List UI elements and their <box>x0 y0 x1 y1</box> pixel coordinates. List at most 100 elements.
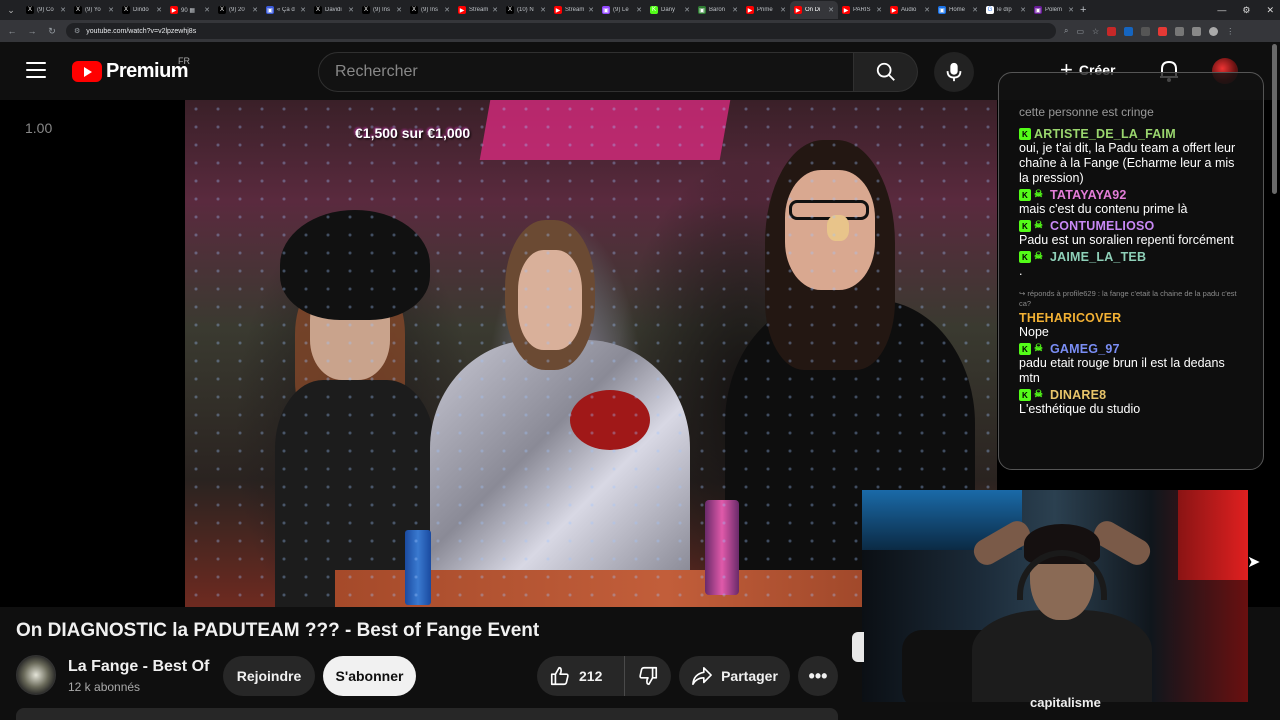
tab-favicon-icon: X <box>410 6 418 14</box>
webcam-overlay <box>862 490 1248 702</box>
description-box[interactable] <box>16 708 838 720</box>
browser-tab[interactable]: ▶ Stream ✕ <box>454 1 502 19</box>
url-field[interactable]: ⚙ youtube.com/watch?v=v2lpzewhj8s <box>66 23 1056 39</box>
browser-tab[interactable]: X (9) Yo ✕ <box>70 1 118 19</box>
extension-icon[interactable] <box>1158 26 1168 36</box>
search-button[interactable] <box>854 52 918 92</box>
browser-tab[interactable]: X Davidi ✕ <box>310 1 358 19</box>
extension-icon[interactable] <box>1141 26 1151 36</box>
extension-icon[interactable] <box>1192 26 1202 36</box>
window-controls: — ⚙ ✕ <box>1217 0 1274 20</box>
reload-icon[interactable]: ↻ <box>46 26 58 37</box>
browser-tab[interactable]: ▣ (9) Le ✕ <box>598 1 646 19</box>
browser-tab[interactable]: ▶ 90 ▦ ✕ <box>166 1 214 19</box>
tab-title: Dany <box>661 7 676 13</box>
zoom-icon[interactable]: ⌕ <box>1064 26 1068 36</box>
tab-close-icon[interactable]: ✕ <box>828 6 834 14</box>
browser-tab[interactable]: ▶ Audio ✕ <box>886 1 934 19</box>
forward-icon[interactable]: → <box>26 26 38 36</box>
kick-badge-icon: K <box>1019 251 1031 263</box>
page-scrollbar[interactable] <box>1272 44 1277 194</box>
site-info-icon[interactable]: ⚙ <box>74 27 80 35</box>
share-button[interactable]: Partager <box>679 656 790 696</box>
channel-name[interactable]: La Fange - Best Of <box>68 658 209 676</box>
tab-close-icon[interactable]: ✕ <box>156 6 162 14</box>
browser-tab[interactable]: ▶ PARIS ✕ <box>838 1 886 19</box>
tab-close-icon[interactable]: ✕ <box>876 6 882 14</box>
chat-message-text: mais c'est du contenu prime là <box>1019 202 1188 216</box>
webcam-red-light <box>1178 490 1248 580</box>
tab-title: (9) Co <box>37 7 54 13</box>
browser-tab[interactable]: Gle dîp ✕ <box>982 1 1030 19</box>
tab-close-icon[interactable]: ✕ <box>108 6 114 14</box>
cast-icon[interactable]: ▭ <box>1076 27 1084 36</box>
subscriber-count: 12 k abonnés <box>68 680 141 694</box>
subscribe-button[interactable]: S'abonner <box>323 656 416 696</box>
minimize-icon[interactable]: — <box>1217 5 1226 15</box>
tab-favicon-icon: ▣ <box>266 6 274 14</box>
extension-icon[interactable] <box>1124 26 1134 36</box>
donation-goal-overlay: €1,500 sur €1,000 <box>355 125 471 141</box>
search-icon <box>876 62 895 81</box>
tab-title: Stream <box>565 7 585 13</box>
youtube-logo[interactable]: Premium <box>72 60 189 83</box>
chat-message-text: Nope <box>1019 325 1049 339</box>
kick-badge-icon: K <box>1019 220 1031 232</box>
tab-close-icon[interactable]: ✕ <box>540 6 546 14</box>
browser-tab[interactable]: K Dany ✕ <box>646 1 694 19</box>
browser-tab[interactable]: ▣ « Ça d ✕ <box>262 1 310 19</box>
browser-tab[interactable]: ▶ On Di ✕ <box>790 1 838 19</box>
channel-avatar[interactable] <box>16 655 56 695</box>
browser-tab[interactable]: X (10) N ✕ <box>502 1 550 19</box>
search-input[interactable]: Rechercher <box>318 52 854 92</box>
tab-close-icon[interactable]: ✕ <box>780 6 786 14</box>
browser-menu-icon[interactable]: ⋮ <box>1226 27 1234 36</box>
browser-tab[interactable]: X (9) 20 ✕ <box>214 1 262 19</box>
tab-close-icon[interactable]: ✕ <box>1068 6 1074 14</box>
tab-close-icon[interactable]: ✕ <box>588 6 594 14</box>
tab-close-icon[interactable]: ✕ <box>348 6 354 14</box>
close-window-icon[interactable]: ✕ <box>1266 5 1274 16</box>
menu-icon[interactable] <box>26 62 46 78</box>
voice-search-button[interactable] <box>934 52 974 92</box>
tab-close-icon[interactable]: ✕ <box>300 6 306 14</box>
browser-tab[interactable]: ▣ Baron ✕ <box>694 1 742 19</box>
tab-close-icon[interactable]: ✕ <box>684 6 690 14</box>
join-button[interactable]: Rejoindre <box>223 656 315 696</box>
profile-icon[interactable] <box>1209 26 1219 36</box>
tab-close-icon[interactable]: ✕ <box>60 6 66 14</box>
extensions-icon[interactable]: ⚙ <box>1242 5 1250 16</box>
browser-tab[interactable]: X Dindo ✕ <box>118 1 166 19</box>
back-icon[interactable]: ← <box>6 26 18 36</box>
tab-close-icon[interactable]: ✕ <box>444 6 450 14</box>
dislike-button[interactable] <box>625 656 671 696</box>
tab-title: « Ça d <box>277 7 295 13</box>
browser-tab[interactable]: X (9) Ins ✕ <box>358 1 406 19</box>
extension-icon[interactable] <box>1107 26 1117 36</box>
chat-message-text: . <box>1019 264 1023 278</box>
browser-tab[interactable]: ▶ Stream ✕ <box>550 1 598 19</box>
chat-username: ARTISTE_DE_LA_FAIM <box>1034 127 1176 141</box>
tab-close-icon[interactable]: ✕ <box>396 6 402 14</box>
bookmark-star-icon[interactable]: ☆ <box>1092 27 1099 36</box>
browser-tab[interactable]: X (9) Ins ✕ <box>406 1 454 19</box>
browser-tab[interactable]: ▣ Home ✕ <box>934 1 982 19</box>
tab-search-icon[interactable]: ⌄ <box>4 3 18 17</box>
tab-close-icon[interactable]: ✕ <box>732 6 738 14</box>
tab-close-icon[interactable]: ✕ <box>636 6 642 14</box>
tab-close-icon[interactable]: ✕ <box>1020 6 1026 14</box>
like-button[interactable]: 212 <box>537 656 625 696</box>
new-tab-icon[interactable]: + <box>1080 4 1086 16</box>
browser-tab[interactable]: ▣ Polém ✕ <box>1030 1 1078 19</box>
browser-tab[interactable]: ▶ Prime ✕ <box>742 1 790 19</box>
tab-close-icon[interactable]: ✕ <box>924 6 930 14</box>
extension-icon[interactable] <box>1175 26 1185 36</box>
tab-close-icon[interactable]: ✕ <box>492 6 498 14</box>
tab-close-icon[interactable]: ✕ <box>252 6 258 14</box>
tab-title: Baron <box>709 7 726 13</box>
tab-list: X (9) Co ✕ X (9) Yo ✕ X Dindo ✕ ▶ 90 ▦ ✕ X (9) 20 ✕ ▣ « … <box>22 1 1078 19</box>
browser-tab[interactable]: X (9) Co ✕ <box>22 1 70 19</box>
tab-close-icon[interactable]: ✕ <box>204 6 210 14</box>
tab-close-icon[interactable]: ✕ <box>972 6 978 14</box>
more-actions-button[interactable]: ••• <box>798 656 838 696</box>
